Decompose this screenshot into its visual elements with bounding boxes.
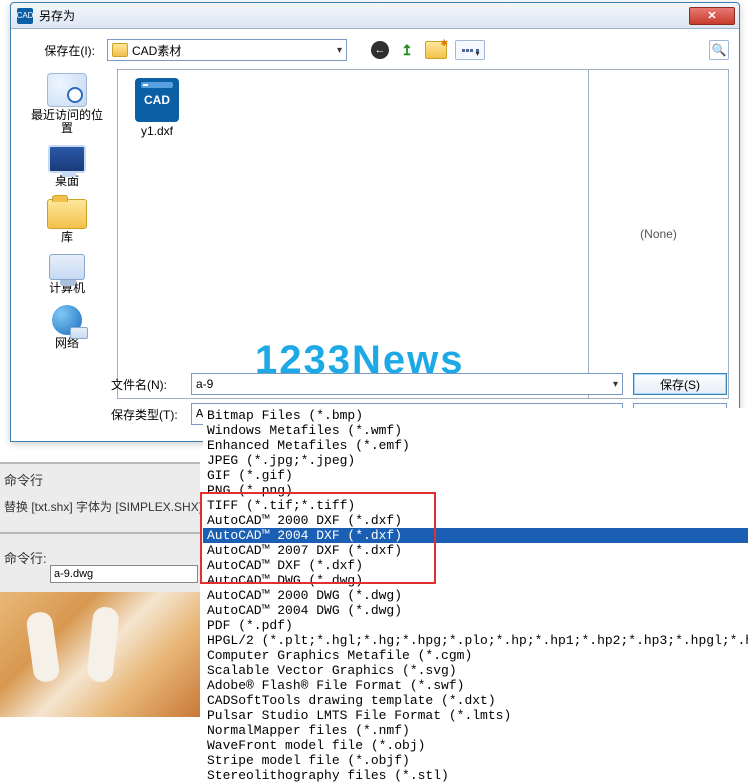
file-list-pane[interactable]: CAD y1.dxf [117, 69, 589, 399]
place-computer[interactable]: 计算机 [27, 254, 107, 295]
filetype-option[interactable]: GIF (*.gif) [203, 468, 748, 483]
file-item[interactable]: CAD y1.dxf [126, 78, 188, 138]
background-image [0, 592, 200, 717]
cmdline-label-2: 命令行: [4, 548, 47, 567]
filetype-label: 保存类型(T): [111, 406, 191, 423]
save-as-dialog: CAD 另存为 ✕ 保存在(I): CAD素材 ▾ ← ↥ ▾ 🔍 [10, 2, 740, 442]
filetype-dropdown-list[interactable]: Bitmap Files (*.bmp)Windows Metafiles (*… [203, 408, 748, 783]
back-button[interactable]: ← [371, 41, 389, 59]
filetype-option[interactable]: NormalMapper files (*.nmf) [203, 723, 748, 738]
filetype-option[interactable]: AutoCAD™ 2000 DWG (*.dwg) [203, 588, 748, 603]
location-dropdown[interactable]: CAD素材 ▾ [107, 39, 347, 61]
filetype-option[interactable]: AutoCAD™ 2000 DXF (*.dxf) [203, 513, 748, 528]
location-row: 保存在(I): CAD素材 ▾ ← ↥ ▾ 🔍 [21, 37, 729, 63]
filetype-option[interactable]: HPGL/2 (*.plt;*.hgl;*.hg;*.hpg;*.plo;*.h… [203, 633, 748, 648]
filetype-option[interactable]: Pulsar Studio LMTS File Format (*.lmts) [203, 708, 748, 723]
chevron-down-icon: ▾ [476, 49, 479, 52]
filetype-option[interactable]: WaveFront model file (*.obj) [203, 738, 748, 753]
filetype-option[interactable]: AutoCAD™ 2004 DXF (*.dxf) [203, 528, 748, 543]
file-name: y1.dxf [141, 124, 173, 138]
recent-icon [47, 73, 87, 107]
filetype-option[interactable]: AutoCAD™ 2007 DXF (*.dxf) [203, 543, 748, 558]
filetype-option[interactable]: AutoCAD™ DWG (*.dwg) [203, 573, 748, 588]
filetype-option[interactable]: Stereolithography files (*.stl) [203, 768, 748, 783]
chevron-down-icon: ▾ [613, 379, 618, 390]
place-libraries[interactable]: 库 [27, 199, 107, 244]
filetype-option[interactable]: CADSoftTools drawing template (*.dxt) [203, 693, 748, 708]
dialog-body: 保存在(I): CAD素材 ▾ ← ↥ ▾ 🔍 最近访问 [11, 29, 739, 441]
filetype-option[interactable]: Enhanced Metafiles (*.emf) [203, 438, 748, 453]
cmdline-label: 命令行 [4, 470, 43, 489]
filetype-option[interactable]: PNG (*.png) [203, 483, 748, 498]
nav-icons: ← ↥ ▾ [371, 40, 485, 60]
filetype-option[interactable]: AutoCAD™ 2004 DWG (*.dwg) [203, 603, 748, 618]
dialog-title: 另存为 [39, 7, 689, 24]
filetype-option[interactable]: Windows Metafiles (*.wmf) [203, 423, 748, 438]
close-button[interactable]: ✕ [689, 7, 735, 25]
chevron-down-icon: ▾ [337, 45, 342, 56]
filetype-option[interactable]: JPEG (*.jpg;*.jpeg) [203, 453, 748, 468]
place-recent[interactable]: 最近访问的位置 [27, 73, 107, 135]
filename-label: 文件名(N): [111, 376, 191, 393]
filetype-option[interactable]: Adobe® Flash® File Format (*.swf) [203, 678, 748, 693]
search-icon[interactable]: 🔍 [709, 40, 729, 60]
save-button[interactable]: 保存(S) [633, 373, 727, 395]
filetype-option[interactable]: Stripe model file (*.objf) [203, 753, 748, 768]
filetype-option[interactable]: Bitmap Files (*.bmp) [203, 408, 748, 423]
up-folder-button[interactable]: ↥ [397, 40, 417, 60]
app-icon: CAD [17, 8, 33, 24]
dxf-file-icon: CAD [135, 78, 179, 122]
place-desktop[interactable]: 桌面 [27, 145, 107, 188]
libraries-icon [47, 199, 87, 229]
titlebar[interactable]: CAD 另存为 ✕ [11, 3, 739, 29]
filename-input[interactable]: a-9 ▾ [191, 373, 623, 395]
preview-pane: (None) [589, 69, 729, 399]
filetype-option[interactable]: PDF (*.pdf) [203, 618, 748, 633]
new-folder-button[interactable] [425, 41, 447, 59]
network-icon [52, 305, 82, 335]
preview-none: (None) [640, 227, 677, 241]
main-area: 最近访问的位置 桌面 库 计算机 网络 [21, 69, 729, 399]
cmdline-input[interactable]: a-9.dwg [50, 565, 198, 583]
desktop-icon [48, 145, 86, 173]
place-network[interactable]: 网络 [27, 305, 107, 350]
computer-icon [49, 254, 85, 280]
location-text: CAD素材 [132, 42, 337, 59]
filetype-option[interactable]: TIFF (*.tif;*.tiff) [203, 498, 748, 513]
cmdline-text: 替换 [txt.shx] 字体为 [SIMPLEX.SHX] [4, 498, 202, 515]
filetype-option[interactable]: Computer Graphics Metafile (*.cgm) [203, 648, 748, 663]
filename-row: 文件名(N): a-9 ▾ 保存(S) [111, 371, 727, 397]
save-in-label: 保存在(I): [21, 42, 101, 59]
filetype-option[interactable]: AutoCAD™ DXF (*.dxf) [203, 558, 748, 573]
places-bar: 最近访问的位置 桌面 库 计算机 网络 [21, 69, 113, 399]
folder-icon [112, 43, 128, 57]
view-mode-button[interactable]: ▾ [455, 40, 485, 60]
filetype-option[interactable]: Scalable Vector Graphics (*.svg) [203, 663, 748, 678]
